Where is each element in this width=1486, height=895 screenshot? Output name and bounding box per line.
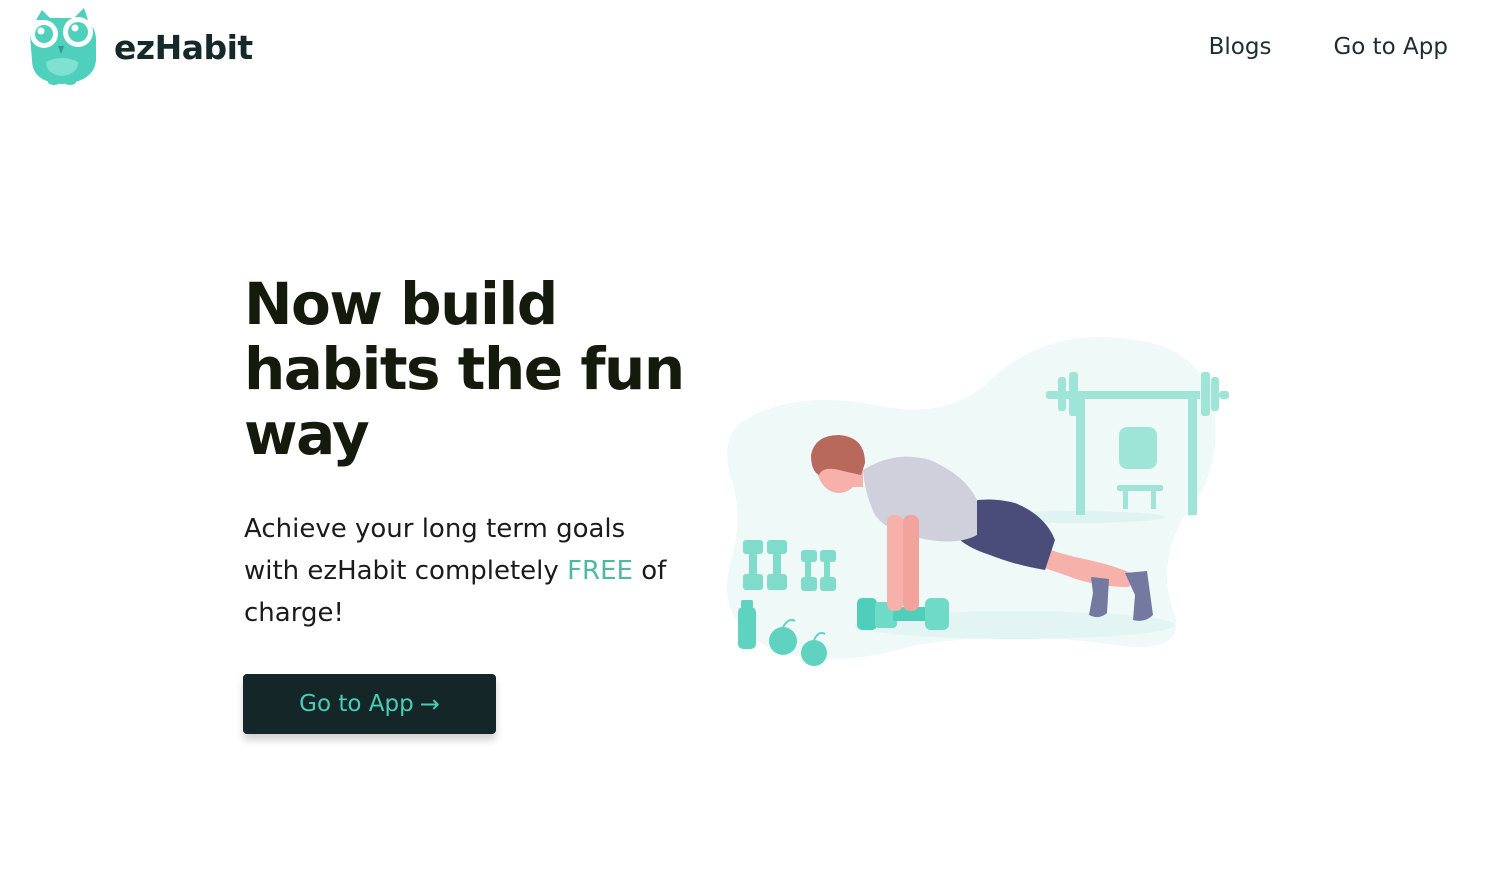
hero-subtitle: Achieve your long term goals with ezHabi…: [244, 508, 684, 634]
free-highlight: FREE: [567, 556, 633, 586]
top-nav: Blogs Go to App: [1209, 34, 1448, 60]
workout-illustration: [727, 337, 1229, 666]
owl-logo-icon: [30, 8, 96, 85]
logo[interactable]: [26, 6, 98, 86]
go-to-app-button[interactable]: Go to App →: [243, 674, 496, 734]
landing-page: ezHabit Blogs Go to App Now build habits…: [0, 0, 1486, 895]
brand-name[interactable]: ezHabit: [114, 28, 253, 67]
nav-go-to-app-link[interactable]: Go to App: [1333, 34, 1448, 60]
nav-blogs-link[interactable]: Blogs: [1209, 34, 1272, 60]
arrow-right-icon: →: [419, 690, 440, 718]
go-to-app-label: Go to App: [299, 691, 414, 717]
hero-title: Now build habits the fun way: [244, 270, 685, 468]
